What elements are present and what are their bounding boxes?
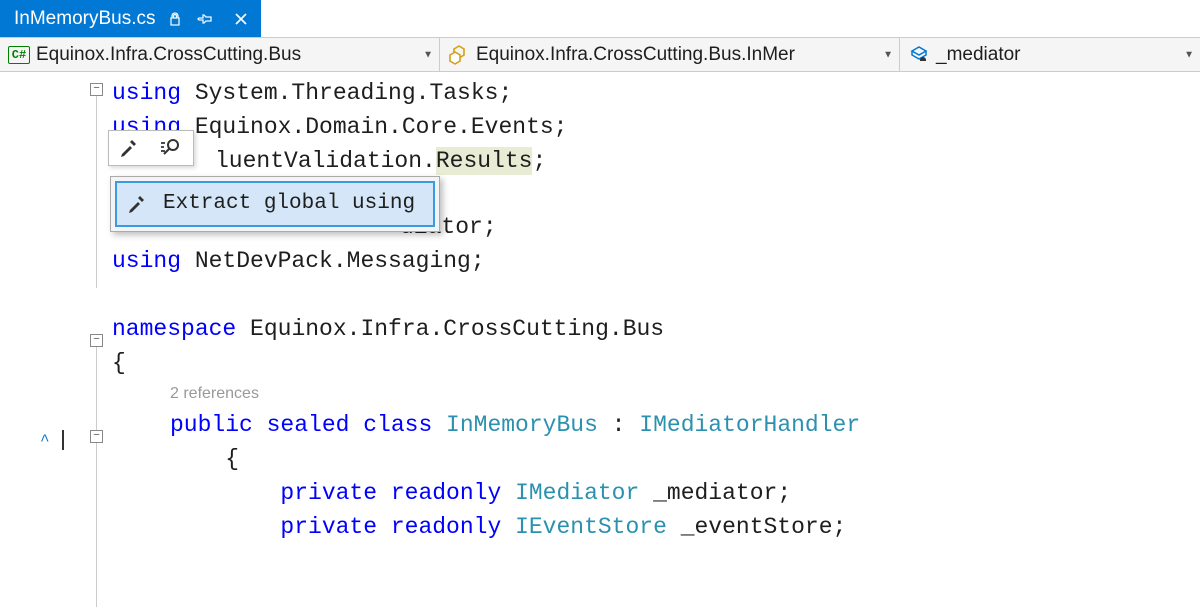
extract-global-using-action[interactable]: Extract global using <box>115 181 435 227</box>
fold-toggle[interactable]: − <box>90 334 103 347</box>
fold-toggle[interactable]: − <box>90 83 103 96</box>
blank-line[interactable] <box>0 278 1200 312</box>
outline-line <box>96 347 97 607</box>
find-icon <box>159 137 183 159</box>
code-line[interactable]: public sealed class InMemoryBus : IMedia… <box>0 408 1200 442</box>
tab-title: InMemoryBus.cs <box>14 8 155 30</box>
field-icon <box>908 45 930 65</box>
quick-actions-menu: Extract global using <box>110 176 440 232</box>
class-dropdown[interactable]: Equinox.Infra.CrossCutting.Bus.InMer ▼ <box>440 38 900 71</box>
action-label: Extract global using <box>163 187 415 221</box>
namespace-dropdown[interactable]: C# Equinox.Infra.CrossCutting.Bus ▼ <box>0 38 440 71</box>
namespace-label: Equinox.Infra.CrossCutting.Bus <box>36 44 301 66</box>
hammer-icon <box>127 193 149 215</box>
caret-marker <box>62 430 64 450</box>
fold-toggle[interactable]: − <box>90 430 103 443</box>
change-indicator: ^ <box>40 424 50 458</box>
quick-actions-bulb[interactable] <box>108 130 194 166</box>
code-line[interactable]: { <box>0 346 1200 380</box>
code-line[interactable]: using System.Threading.Tasks; <box>0 76 1200 110</box>
code-line[interactable]: { <box>0 442 1200 476</box>
member-label: _mediator <box>936 44 1021 66</box>
close-icon[interactable] <box>231 9 251 29</box>
code-line[interactable]: private readonly IMediator _mediator; <box>0 476 1200 510</box>
chevron-down-icon: ▼ <box>1184 49 1194 60</box>
tab-bar: InMemoryBus.cs <box>0 0 1200 37</box>
pin-icon[interactable] <box>195 9 215 29</box>
code-line[interactable]: using NetDevPack.Messaging; <box>0 244 1200 278</box>
codelens-references[interactable]: 2 references <box>0 380 1200 408</box>
document-tab[interactable]: InMemoryBus.cs <box>0 0 261 37</box>
code-line[interactable]: private readonly IEventStore _eventStore… <box>0 510 1200 544</box>
hammer-icon <box>119 137 141 159</box>
outline-line <box>96 96 97 288</box>
chevron-down-icon: ▼ <box>883 49 893 60</box>
lock-icon <box>165 9 185 29</box>
code-editor[interactable]: − − − ^ using System.Threading.Tasks; us… <box>0 72 1200 544</box>
chevron-down-icon: ▼ <box>423 49 433 60</box>
csharp-icon: C# <box>8 46 30 64</box>
class-icon <box>448 45 470 65</box>
member-dropdown[interactable]: _mediator ▼ <box>900 38 1200 71</box>
navigation-bar: C# Equinox.Infra.CrossCutting.Bus ▼ Equi… <box>0 37 1200 72</box>
code-line[interactable]: namespace Equinox.Infra.CrossCutting.Bus <box>0 312 1200 346</box>
class-label: Equinox.Infra.CrossCutting.Bus.InMer <box>476 44 795 66</box>
